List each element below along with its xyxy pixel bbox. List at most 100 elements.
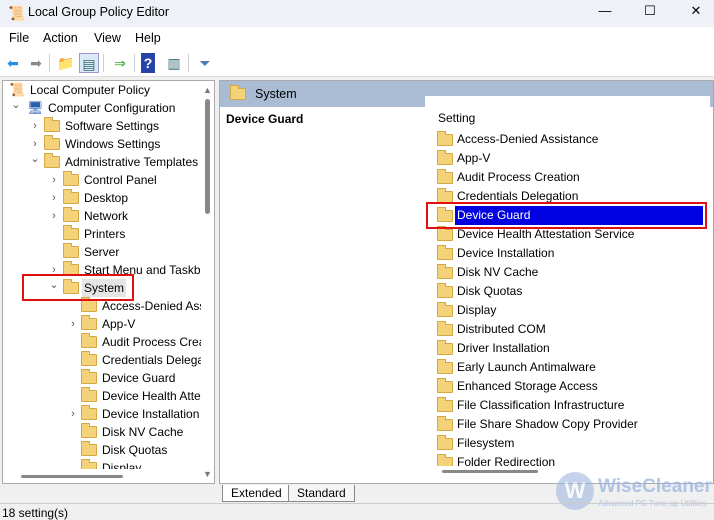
scrollbar-thumb[interactable] xyxy=(21,475,123,478)
folder-icon xyxy=(63,225,79,240)
toolbar-separator xyxy=(134,54,135,72)
setting-list-item[interactable]: Driver Installation xyxy=(437,339,705,358)
details-header-title: System xyxy=(255,87,297,101)
tree-item-label: Audit Process Creation xyxy=(102,335,215,349)
setting-list-item[interactable]: Enhanced Storage Access xyxy=(437,377,705,396)
chevron-right-icon[interactable]: › xyxy=(49,207,59,225)
folder-icon xyxy=(437,359,453,374)
toolbar-separator xyxy=(188,54,189,72)
up-folder-icon[interactable]: 📁 xyxy=(56,53,76,73)
tree-horizontal-scrollbar[interactable] xyxy=(3,469,201,483)
setting-label: File Classification Infrastructure xyxy=(457,398,625,412)
scroll-up-icon[interactable]: ▲ xyxy=(203,85,212,95)
setting-list-item[interactable]: Early Launch Antimalware xyxy=(437,358,705,377)
setting-list-item[interactable]: Distributed COM xyxy=(437,320,705,339)
tree-vertical-scrollbar[interactable]: ▲ ▼ xyxy=(201,81,214,483)
filter-icon[interactable]: ⏷ xyxy=(195,53,215,73)
tree-item[interactable]: ⌄ Administrative Templates xyxy=(3,153,203,171)
folder-icon xyxy=(81,369,97,384)
tree-item[interactable]: Device Guard xyxy=(3,369,203,387)
scroll-down-icon[interactable]: ▼ xyxy=(203,469,212,479)
tree-item[interactable]: Audit Process Creation xyxy=(3,333,214,351)
setting-list-item[interactable]: File Share Shadow Copy Provider xyxy=(437,415,705,434)
column-header-setting[interactable]: Setting xyxy=(438,111,475,125)
tree-item[interactable]: ⌄ 🖥 Computer Configuration xyxy=(3,99,203,117)
tree-item[interactable]: Server xyxy=(3,243,203,261)
export-list-icon[interactable]: ⇒ xyxy=(110,53,130,73)
minimize-button[interactable]: — xyxy=(590,3,620,21)
tree-item[interactable]: › Network xyxy=(3,207,203,225)
tree-item[interactable]: Credentials Delegation xyxy=(3,351,214,369)
menu-help[interactable]: Help xyxy=(135,31,161,45)
chevron-right-icon[interactable]: › xyxy=(49,171,59,189)
folder-icon xyxy=(81,423,97,438)
setting-list-item[interactable]: Disk NV Cache xyxy=(437,263,705,282)
setting-list-item[interactable]: Device Installation xyxy=(437,244,705,263)
forward-arrow-icon[interactable]: ➡ xyxy=(26,53,46,73)
title-bar: 📜 Local Group Policy Editor — ☐ ✕ xyxy=(0,0,714,26)
folder-icon xyxy=(437,340,453,355)
chevron-right-icon[interactable]: › xyxy=(30,117,40,135)
tree-item-label: Printers xyxy=(84,227,126,241)
setting-list-item[interactable]: Disk Quotas xyxy=(437,282,705,301)
close-button[interactable]: ✕ xyxy=(681,3,711,21)
show-hide-tree-icon[interactable]: ▤ xyxy=(79,53,99,73)
folder-icon xyxy=(63,171,79,186)
toolbar-separator xyxy=(103,54,104,72)
tree-item-label: Network xyxy=(84,209,129,223)
folder-icon xyxy=(81,441,97,456)
menu-file[interactable]: File xyxy=(9,31,29,45)
chevron-right-icon[interactable]: › xyxy=(49,189,59,207)
tree-item[interactable]: Disk NV Cache xyxy=(3,423,203,441)
scrollbar-thumb[interactable] xyxy=(205,99,210,214)
tree-item-label: Disk Quotas xyxy=(102,443,168,457)
scrollbar-thumb[interactable] xyxy=(442,470,538,473)
tree-item[interactable]: › Software Settings xyxy=(3,117,203,135)
tree-item[interactable]: Device Health Attestation Service xyxy=(3,387,214,405)
folder-icon xyxy=(81,351,97,366)
chevron-right-icon[interactable]: › xyxy=(68,315,78,333)
tree-item[interactable]: › App-V xyxy=(3,315,203,333)
folder-icon xyxy=(437,226,453,241)
tree-item-label: Local Computer Policy xyxy=(30,83,151,97)
tab-standard[interactable]: Standard xyxy=(288,485,355,502)
setting-list-item[interactable]: File Classification Infrastructure xyxy=(437,396,705,415)
settings-list: Setting Access-Denied Assistance App-V Aud… xyxy=(425,96,710,469)
tree-item-label: Device Installation xyxy=(102,407,200,421)
menu-action[interactable]: Action xyxy=(43,31,78,45)
setting-label: Driver Installation xyxy=(457,341,550,355)
setting-label: Enhanced Storage Access xyxy=(457,379,598,393)
setting-label: Device Installation xyxy=(457,246,555,260)
chevron-down-icon[interactable]: ⌄ xyxy=(11,96,21,114)
tree-item-label: Device Guard xyxy=(102,371,176,385)
action-pane-icon[interactable]: ▥ xyxy=(164,53,184,73)
tree-item[interactable]: 📜 Local Computer Policy xyxy=(3,81,203,99)
folder-icon xyxy=(437,283,453,298)
setting-label: Display xyxy=(457,303,497,317)
setting-list-item[interactable]: Audit Process Creation xyxy=(437,168,705,187)
folder-icon xyxy=(44,153,60,168)
tree-item-label: Administrative Templates xyxy=(65,155,199,169)
setting-label: Filesystem xyxy=(457,436,515,450)
chevron-down-icon[interactable]: ⌄ xyxy=(30,150,40,168)
tree-item[interactable]: Disk Quotas xyxy=(3,441,203,459)
tree-item[interactable]: › Desktop xyxy=(3,189,203,207)
setting-list-item[interactable]: App-V xyxy=(437,149,705,168)
setting-list-item[interactable]: Display xyxy=(437,301,705,320)
setting-list-item[interactable]: Filesystem xyxy=(437,434,705,453)
tree-item-label: Desktop xyxy=(84,191,129,205)
maximize-button[interactable]: ☐ xyxy=(635,3,665,21)
folder-icon xyxy=(63,243,79,258)
chevron-right-icon[interactable]: › xyxy=(68,405,78,423)
back-arrow-icon[interactable]: ⬅ xyxy=(3,53,23,73)
folder-icon xyxy=(230,85,246,100)
highlight-box xyxy=(426,202,707,229)
menu-view[interactable]: View xyxy=(94,31,121,45)
folder-icon xyxy=(437,245,453,260)
tab-extended[interactable]: Extended xyxy=(222,485,291,502)
tree-item[interactable]: › Device Installation xyxy=(3,405,203,423)
tree-item[interactable]: › Control Panel xyxy=(3,171,203,189)
tree-item[interactable]: Printers xyxy=(3,225,203,243)
help-icon[interactable]: ? xyxy=(141,53,155,73)
setting-list-item[interactable]: Access-Denied Assistance xyxy=(437,130,705,149)
